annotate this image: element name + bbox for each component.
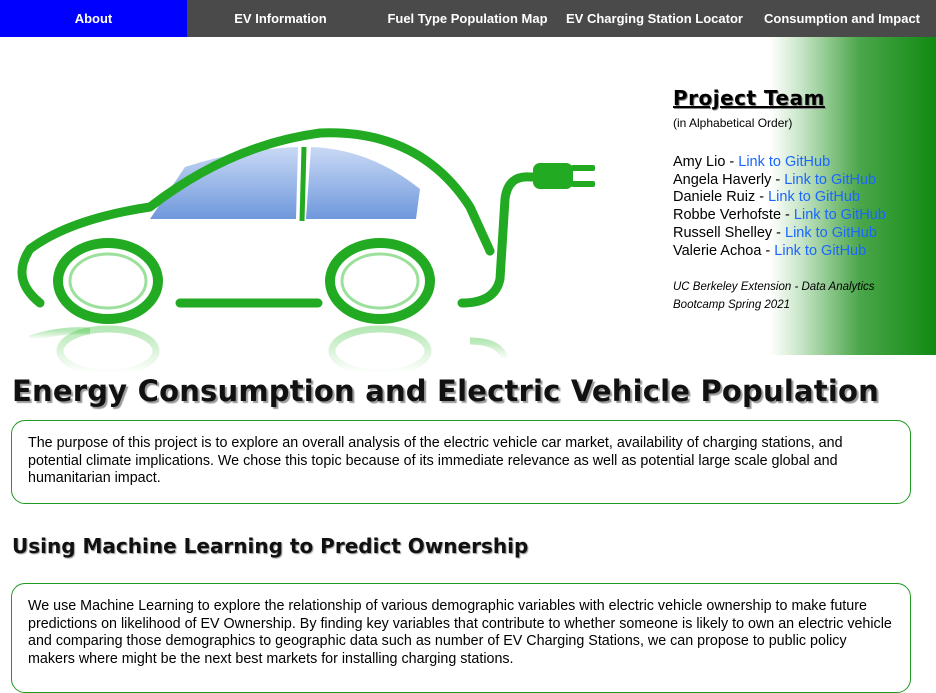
purpose-box: The purpose of this project is to explor… — [11, 420, 911, 504]
team-member: Valerie Achoa - Link to GitHub — [673, 243, 933, 261]
team-member: Angela Haverly - Link to GitHub — [673, 172, 933, 190]
team-order-note: (in Alphabetical Order) — [673, 116, 793, 130]
course-credit-line-2: Bootcamp Spring 2021 — [673, 298, 790, 311]
course-credit-line-1: UC Berkeley Extension - Data Analytics — [673, 281, 875, 294]
ml-section-heading: Using Machine Learning to Predict Owners… — [12, 534, 529, 558]
electric-car-plug-icon — [17, 128, 595, 377]
page-title: Energy Consumption and Electric Vehicle … — [12, 374, 879, 408]
nav-tab-fuel-type-population-map[interactable]: Fuel Type Population Map — [374, 0, 561, 37]
team-member: Amy Lio - Link to GitHub — [673, 154, 933, 172]
project-team-panel: Project Team (in Alphabetical Order) Amy… — [673, 86, 933, 314]
purpose-text: The purpose of this project is to explor… — [28, 435, 843, 486]
github-link[interactable]: Link to GitHub — [768, 189, 860, 205]
member-name: Daniele Ruiz - — [673, 189, 769, 206]
ml-description-text: We use Machine Learning to explore the r… — [28, 598, 892, 667]
member-name: Russell Shelley - — [673, 224, 786, 241]
team-member: Daniele Ruiz - Link to GitHub — [673, 189, 933, 207]
member-name: Robbe Verhofste - — [673, 207, 794, 224]
nav-tab-ev-information[interactable]: EV Information — [187, 0, 374, 37]
nav-tab-about[interactable]: About — [0, 0, 187, 37]
team-member-list: Amy Lio - Link to GitHub Angela Haverly … — [673, 154, 933, 260]
course-credit: UC Berkeley Extension - Data Analytics B… — [673, 279, 933, 314]
ml-description-box: We use Machine Learning to explore the r… — [11, 583, 911, 693]
github-link[interactable]: Link to GitHub — [784, 172, 876, 188]
nav-tab-consumption-and-impact[interactable]: Consumption and Impact — [748, 0, 936, 37]
member-name: Angela Haverly - — [673, 171, 785, 188]
github-link[interactable]: Link to GitHub — [738, 154, 830, 170]
github-link[interactable]: Link to GitHub — [774, 243, 866, 259]
member-name: Valerie Achoa - — [673, 242, 775, 259]
github-link[interactable]: Link to GitHub — [785, 225, 877, 241]
nav-tab-ev-charging-station-locator[interactable]: EV Charging Station Locator — [561, 0, 748, 37]
github-link[interactable]: Link to GitHub — [794, 207, 886, 223]
top-nav: About EV Information Fuel Type Populatio… — [0, 0, 936, 37]
team-member: Robbe Verhofste - Link to GitHub — [673, 207, 933, 225]
team-member: Russell Shelley - Link to GitHub — [673, 225, 933, 243]
hero-banner: Project Team (in Alphabetical Order) Amy… — [0, 37, 936, 377]
project-team-heading: Project Team — [673, 86, 825, 110]
member-name: Amy Lio - — [673, 154, 739, 170]
